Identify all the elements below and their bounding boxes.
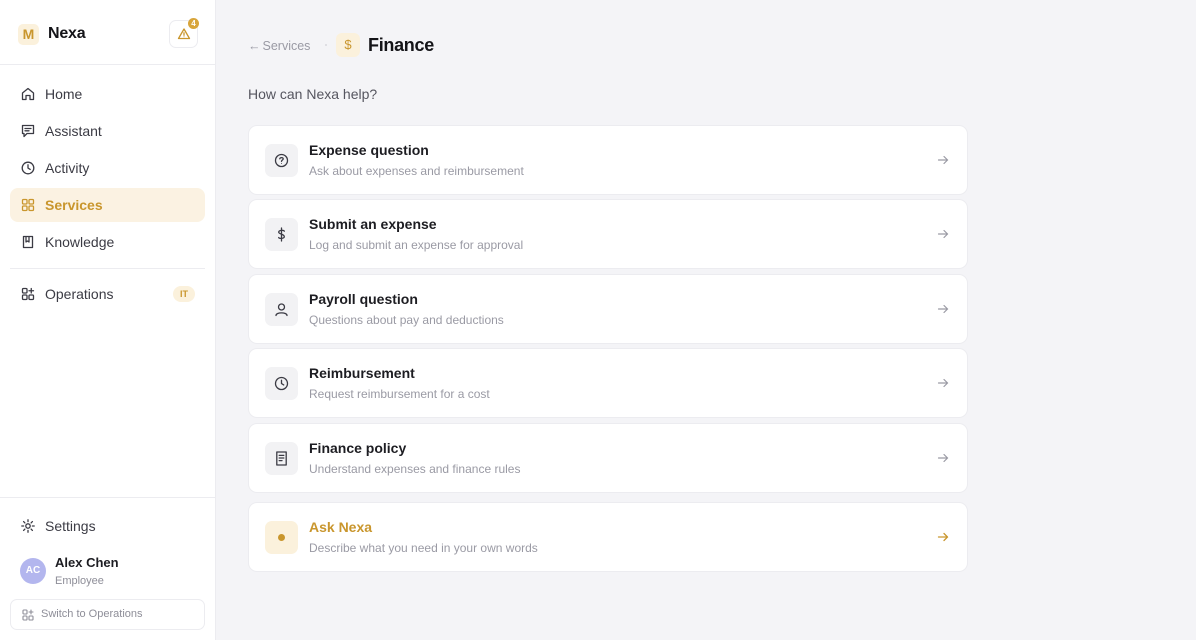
nav-item-settings[interactable]: Settings <box>10 509 205 543</box>
arrow-right-icon <box>937 532 949 542</box>
nav-label: Home <box>45 86 83 102</box>
arrow-right-icon <box>937 229 949 239</box>
brand-logo: M <box>18 24 39 45</box>
card-title: Expense question <box>309 142 429 158</box>
card-ask-nexa[interactable]: Ask Nexa Describe what you need in your … <box>248 502 968 572</box>
card-submit-expense[interactable]: Submit an expense Log and submit an expe… <box>248 199 968 269</box>
back-to-services-link[interactable]: ← Services <box>248 39 310 53</box>
card-reimbursement[interactable]: Reimbursement Request reimbursement for … <box>248 348 968 418</box>
switch-icon <box>22 609 34 621</box>
gear-icon <box>21 519 35 533</box>
alerts-button[interactable]: 4 <box>169 18 199 48</box>
chat-icon <box>21 124 35 138</box>
brand-header: M Nexa 4 <box>0 0 215 65</box>
nav-item-knowledge[interactable]: Knowledge <box>10 225 205 259</box>
nav-label: Operations <box>45 286 114 302</box>
book-icon <box>22 235 34 249</box>
arrow-right-icon <box>937 304 949 314</box>
card-description: Request reimbursement for a cost <box>309 387 490 401</box>
user-role: Employee <box>55 575 104 587</box>
card-icon-box <box>265 442 298 475</box>
nav-item-assistant[interactable]: Assistant <box>10 114 205 148</box>
home-icon <box>21 87 35 101</box>
breadcrumb-separator <box>325 44 327 46</box>
card-payroll-question[interactable]: Payroll question Questions about pay and… <box>248 274 968 344</box>
avatar[interactable]: AC <box>20 558 46 584</box>
card-title: Reimbursement <box>309 365 415 381</box>
card-icon-box <box>265 367 298 400</box>
nav-label: Knowledge <box>45 234 115 250</box>
dot-icon <box>278 534 285 541</box>
arrow-left-icon: ← <box>248 39 261 53</box>
nav-label: Assistant <box>45 123 102 139</box>
nav-label: Settings <box>45 518 96 534</box>
nav-item-services[interactable]: Services <box>10 188 205 222</box>
nav-item-operations[interactable]: Operations IT <box>10 277 205 311</box>
brand-name: Nexa <box>48 25 86 42</box>
person-icon <box>275 303 288 317</box>
card-description: Understand expenses and finance rules <box>309 462 521 476</box>
nav-label: Services <box>45 197 103 213</box>
clock-icon <box>21 161 35 175</box>
card-title: Ask Nexa <box>309 519 373 535</box>
grid-icon <box>21 198 35 212</box>
card-description: Questions about pay and deductions <box>309 313 504 327</box>
nav-label: Activity <box>45 160 90 176</box>
arrow-right-icon <box>937 155 949 165</box>
page-title: Finance <box>368 35 434 55</box>
operations-icon <box>21 287 35 301</box>
dollar-icon: $ <box>336 33 360 57</box>
card-title: Payroll question <box>309 291 418 307</box>
card-description: Log and submit an expense for approval <box>309 238 524 252</box>
arrow-right-icon <box>937 378 949 388</box>
document-icon <box>276 451 287 466</box>
alert-count-badge: 4 <box>188 18 199 29</box>
arrow-right-icon <box>937 453 949 463</box>
warning-icon <box>177 28 191 40</box>
dollar-icon <box>278 227 285 242</box>
sidebar: M Nexa 4 Home Assistant Activity Service… <box>0 0 216 640</box>
back-label: Services <box>262 39 311 53</box>
nav-item-activity[interactable]: Activity <box>10 151 205 185</box>
nav-item-home[interactable]: Home <box>10 77 205 111</box>
card-title: Finance policy <box>309 440 407 456</box>
card-icon-box <box>265 218 298 251</box>
help-prompt: How can Nexa help? <box>248 86 378 102</box>
card-icon-box <box>265 521 298 554</box>
clock-icon <box>274 376 289 391</box>
card-title: Submit an expense <box>309 216 437 232</box>
card-finance-policy[interactable]: Finance policy Understand expenses and f… <box>248 423 968 493</box>
switch-to-operations-button[interactable]: Switch to Operations <box>10 599 205 630</box>
it-badge: IT <box>173 286 195 302</box>
card-icon-box <box>265 144 298 177</box>
card-icon-box <box>265 293 298 326</box>
card-description: Describe what you need in your own words <box>309 541 538 555</box>
card-expense-question[interactable]: Expense question Ask about expenses and … <box>248 125 968 195</box>
nav-divider <box>10 268 205 269</box>
switch-label: Switch to Operations <box>41 608 143 620</box>
question-circle-icon <box>274 153 289 168</box>
footer-divider <box>0 497 215 498</box>
card-description: Ask about expenses and reimbursement <box>309 164 524 178</box>
user-name: Alex Chen <box>55 555 119 570</box>
